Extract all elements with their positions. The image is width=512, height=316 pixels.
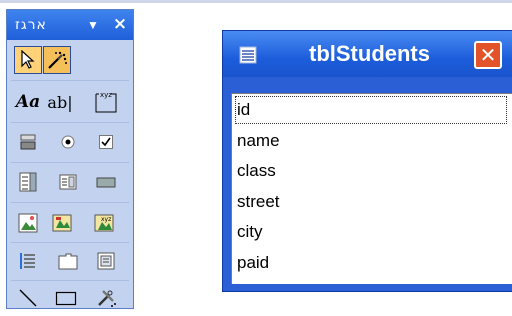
toolbox-row: [12, 128, 130, 158]
toggle-button-icon[interactable]: [14, 128, 42, 156]
table-field-list-window: tblStudents ✕ id name class street city …: [222, 30, 512, 292]
label-icon[interactable]: Aa: [14, 88, 42, 116]
unbound-object-frame-icon[interactable]: [48, 209, 76, 237]
field-item-class[interactable]: class: [235, 157, 507, 185]
control-wizards-icon[interactable]: [43, 46, 71, 74]
textbox-tool-text: ab|: [47, 92, 73, 112]
checkbox-icon[interactable]: [92, 128, 120, 156]
field-item-name[interactable]: name: [235, 127, 507, 155]
toolbox-row: xyz: [12, 209, 130, 239]
field-item-city[interactable]: city: [235, 218, 507, 246]
textbox-icon[interactable]: ab|: [45, 88, 75, 116]
table-title-bar[interactable]: tblStudents ✕: [223, 31, 512, 77]
close-icon: ✕: [479, 43, 497, 67]
select-objects-icon[interactable]: [14, 46, 42, 74]
toolbox-title: ארגז: [15, 17, 47, 33]
toolbox-divider: [11, 80, 129, 81]
toolbox-divider: [11, 162, 129, 163]
toolbox-menu-dropdown-icon[interactable]: ▼: [87, 18, 99, 32]
list-box-icon[interactable]: [54, 168, 82, 196]
subform-icon[interactable]: [92, 247, 120, 275]
bound-object-frame-icon[interactable]: xyz: [90, 209, 118, 237]
command-button-icon[interactable]: [92, 168, 120, 196]
toolbox-divider: [11, 280, 129, 281]
more-controls-icon[interactable]: [92, 284, 120, 312]
field-item-paid[interactable]: paid: [235, 249, 507, 277]
toolbox-panel: ארגז ▼ × Aa ab| xyz xyz: [6, 9, 134, 309]
option-group-icon[interactable]: xyz: [92, 88, 120, 116]
field-list[interactable]: id name class street city paid: [231, 93, 512, 284]
label-tool-text: Aa: [15, 92, 41, 112]
page-break-icon[interactable]: [14, 247, 42, 275]
combo-box-icon[interactable]: [14, 168, 42, 196]
toolbox-row: Aa ab| xyz: [12, 88, 130, 118]
line-icon[interactable]: [14, 284, 42, 312]
toolbox-divider: [11, 122, 129, 123]
toolbox-close-icon[interactable]: ×: [110, 14, 130, 34]
table-title: tblStudents: [309, 41, 430, 66]
table-close-button[interactable]: ✕: [474, 41, 502, 69]
rectangle-icon[interactable]: [52, 284, 80, 312]
image-icon[interactable]: [14, 209, 42, 237]
toolbox-row: [12, 168, 130, 198]
field-item-id[interactable]: id: [235, 96, 507, 124]
toolbox-row: [12, 284, 130, 314]
svg-text:xyz: xyz: [101, 216, 111, 223]
toolbox-row: [12, 46, 130, 76]
toolbox-title-bar[interactable]: ארגז ▼ ×: [7, 10, 133, 40]
table-window-icon: [239, 46, 257, 64]
toolbox-row: [12, 247, 130, 277]
field-item-street[interactable]: street: [235, 188, 507, 216]
toolbox-divider: [11, 242, 129, 243]
background-window-edge: [0, 0, 512, 3]
option-group-tool-text: xyz: [100, 91, 112, 99]
option-button-icon[interactable]: [54, 128, 82, 156]
toolbox-divider: [11, 202, 129, 203]
tab-control-icon[interactable]: [54, 247, 82, 275]
